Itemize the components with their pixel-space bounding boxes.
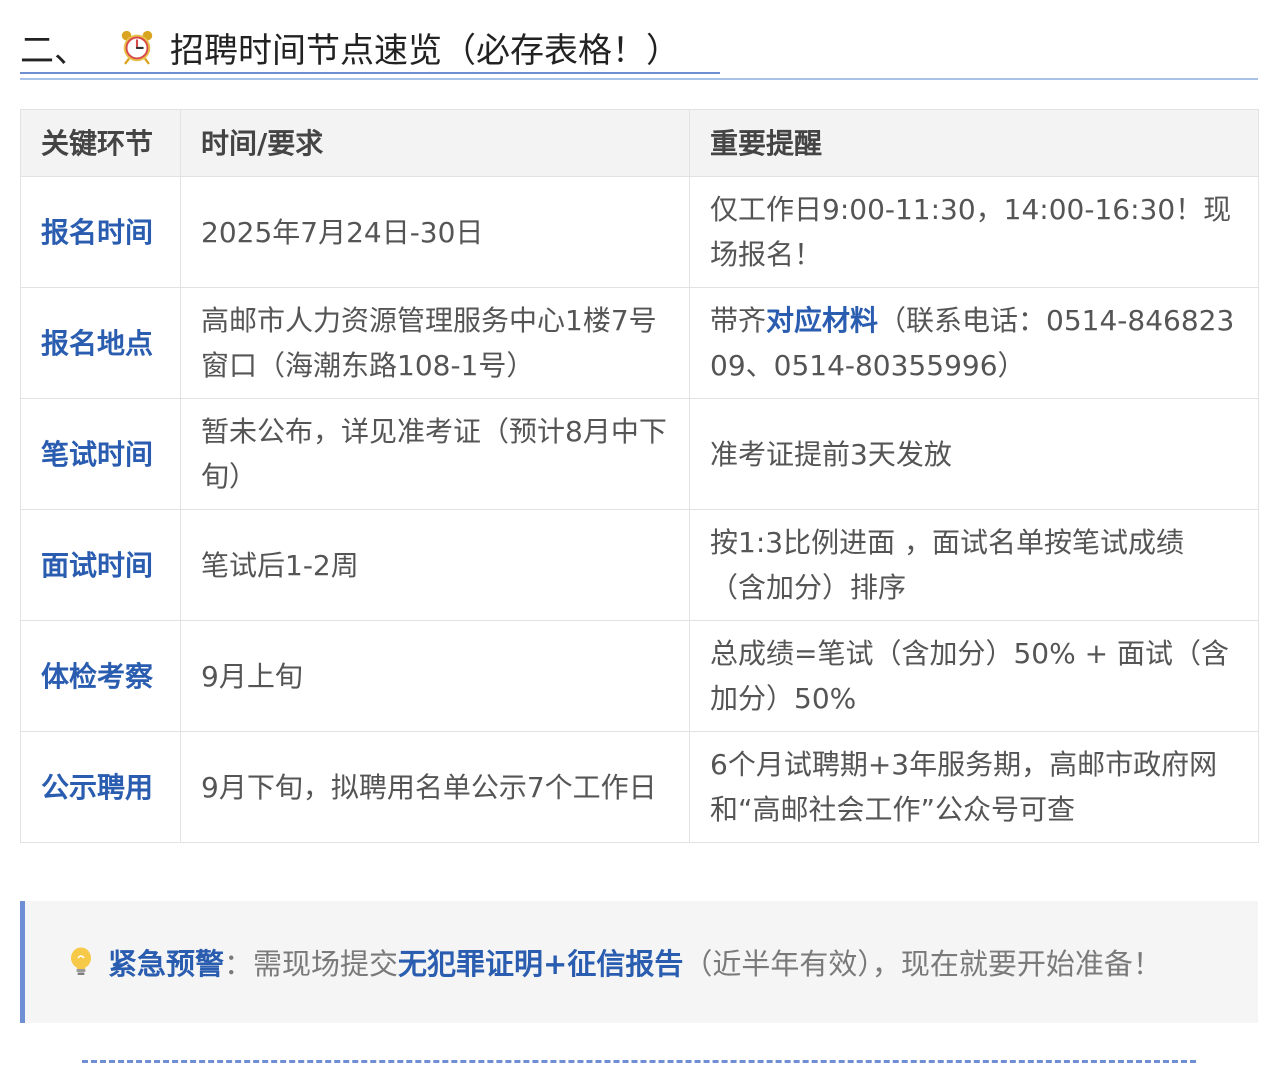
stage-cell: 公示聘用 — [20, 731, 181, 843]
stage-cell: 体检考察 — [20, 620, 181, 732]
section-heading: 二、 招聘时间节点速览（必存表格！） — [20, 18, 1258, 80]
time-cell: 高邮市人力资源管理服务中心1楼7号窗口（海潮东路108-1号） — [180, 287, 690, 399]
recruitment-timeline-table: 关键环节 时间/要求 重要提醒 报名时间 2025年7月24日-30日 仅工作日… — [20, 109, 1259, 843]
alarm-clock-icon — [121, 30, 153, 65]
stage-cell: 面试时间 — [20, 509, 181, 621]
callout-title: 紧急预警 — [108, 947, 225, 981]
section-number: 二、 — [20, 30, 88, 71]
note-cell: 6个月试聘期+3年服务期，高邮市政府网和“高邮社会工作”公众号可查 — [689, 731, 1259, 843]
callout-highlight: 无犯罪证明+征信报告 — [398, 947, 684, 981]
table-row: 报名地点 高邮市人力资源管理服务中心1楼7号窗口（海潮东路108-1号） 带齐对… — [20, 287, 1259, 399]
callout-text-after: （近半年有效），现在就要开始准备！ — [683, 947, 1162, 981]
urgent-warning-callout: 紧急预警 ： 需现场提交 无犯罪证明+征信报告 （近半年有效），现在就要开始准备… — [20, 901, 1258, 1023]
table-row: 公示聘用 9月下旬，拟聘用名单公示7个工作日 6个月试聘期+3年服务期，高邮市政… — [20, 731, 1259, 843]
column-header-note: 重要提醒 — [689, 109, 1259, 177]
column-header-stage: 关键环节 — [20, 109, 181, 177]
section-heading-text: 二、 招聘时间节点速览（必存表格！） — [20, 18, 680, 76]
time-cell: 2025年7月24日-30日 — [180, 176, 690, 288]
stage-cell: 笔试时间 — [20, 398, 181, 510]
note-cell: 仅工作日9:00-11:30，14:00-16:30！现场报名！ — [689, 176, 1259, 288]
heading-underline — [20, 72, 720, 74]
lightbulb-icon — [71, 947, 91, 975]
table-row: 笔试时间 暂未公布，详见准考证（预计8月中下旬） 准考证提前3天发放 — [20, 398, 1259, 510]
time-cell: 暂未公布，详见准考证（预计8月中下旬） — [180, 398, 690, 510]
time-cell: 9月下旬，拟聘用名单公示7个工作日 — [180, 731, 690, 843]
note-text: 带齐 — [710, 304, 767, 337]
callout-content: 紧急预警 ： 需现场提交 无犯罪证明+征信报告 （近半年有效），现在就要开始准备… — [68, 901, 1162, 1023]
time-cell: 笔试后1-2周 — [180, 509, 690, 621]
note-cell: 带齐对应材料（联系电话：0514-84682309、0514-80355996） — [689, 287, 1259, 399]
table-row: 体检考察 9月上旬 总成绩=笔试（含加分）50% + 面试（含加分）50% — [20, 620, 1259, 732]
note-cell: 准考证提前3天发放 — [689, 398, 1259, 510]
stage-cell: 报名地点 — [20, 287, 181, 399]
column-header-time: 时间/要求 — [180, 109, 690, 177]
callout-colon: ： — [224, 947, 254, 981]
note-cell: 按1:3比例进面 ，面试名单按笔试成绩（含加分）排序 — [689, 509, 1259, 621]
table-row: 报名时间 2025年7月24日-30日 仅工作日9:00-11:30，14:00… — [20, 176, 1259, 288]
page-title: 招聘时间节点速览（必存表格！） — [170, 30, 680, 71]
note-highlight: 对应材料 — [766, 304, 879, 337]
table-row: 面试时间 笔试后1-2周 按1:3比例进面 ，面试名单按笔试成绩（含加分）排序 — [20, 509, 1259, 621]
callout-accent-bar — [20, 901, 25, 1023]
dashed-divider — [82, 1060, 1196, 1063]
table-header-row: 关键环节 时间/要求 重要提醒 — [20, 109, 1259, 177]
note-cell: 总成绩=笔试（含加分）50% + 面试（含加分）50% — [689, 620, 1259, 732]
stage-cell: 报名时间 — [20, 176, 181, 288]
time-cell: 9月上旬 — [180, 620, 690, 732]
heading-divider — [20, 78, 1258, 80]
callout-text-before: 需现场提交 — [253, 947, 399, 981]
